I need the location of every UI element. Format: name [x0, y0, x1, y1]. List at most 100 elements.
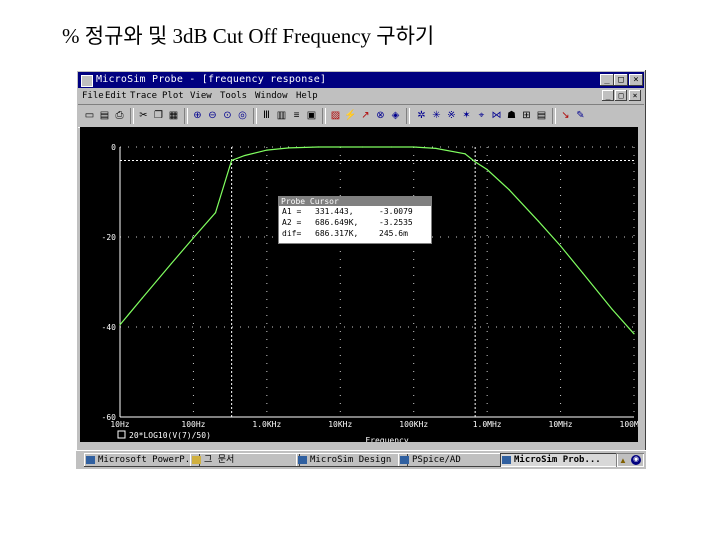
- zoom-out-icon[interactable]: ⊖: [205, 108, 220, 123]
- trace-point: [119, 324, 121, 326]
- cursor-y-value: -3.0079: [379, 207, 413, 216]
- toolbar-separator: [130, 108, 134, 124]
- trace-point: [582, 272, 584, 274]
- app-icon[interactable]: [81, 75, 93, 87]
- trace-point: [611, 308, 613, 310]
- paste-icon[interactable]: ▦: [166, 108, 181, 123]
- task-microsim-probe[interactable]: MicroSim Prob...: [500, 453, 618, 467]
- menu-file[interactable]: File: [82, 89, 104, 103]
- mark-label-icon[interactable]: ⊞: [519, 108, 534, 123]
- zoom-fit-icon[interactable]: ◎: [235, 108, 250, 123]
- maximize-button[interactable]: □: [614, 74, 628, 86]
- log-x-icon[interactable]: Ⅲ: [259, 108, 274, 123]
- peak-icon[interactable]: ⊗: [373, 108, 388, 123]
- powerpoint-icon: [86, 456, 95, 464]
- design-icon: [298, 456, 307, 464]
- application-window: MicroSim Probe - [frequency response] _ …: [76, 70, 646, 469]
- cursor-x-value: 686.649K,: [315, 218, 359, 227]
- trough-icon[interactable]: ◈: [388, 108, 403, 123]
- add-trace-icon[interactable]: ▣: [304, 108, 319, 123]
- search-icon[interactable]: ⌖: [474, 108, 489, 123]
- close-button[interactable]: ×: [629, 74, 643, 86]
- cursor-label: A1 =: [282, 207, 302, 216]
- menu-trace[interactable]: Trace: [130, 89, 157, 103]
- trace-point: [339, 146, 341, 148]
- trace-point: [170, 262, 172, 265]
- x-tick-label: 100MHz: [620, 420, 638, 429]
- trace-point: [508, 189, 510, 191]
- trace-point: [141, 297, 143, 299]
- cursor-peak-icon[interactable]: ✎: [573, 108, 588, 123]
- cursor-row-dif: dif= 686.317K, 245.6m: [279, 228, 431, 239]
- next-transition-icon[interactable]: ⋈: [489, 108, 504, 123]
- task-pspice[interactable]: PSpice/AD: [398, 453, 510, 467]
- toolbar-separator: [552, 108, 556, 124]
- minimize-button[interactable]: _: [600, 74, 614, 86]
- window-titlebar[interactable]: MicroSim Probe - [frequency response] _ …: [78, 72, 644, 88]
- new-icon[interactable]: ▭: [82, 108, 97, 123]
- menubar: File Edit Trace Plot View Tools Window H…: [78, 89, 644, 103]
- trace-point: [244, 154, 246, 157]
- print-icon[interactable]: ⎙: [112, 108, 127, 123]
- fourier-icon[interactable]: ▥: [274, 108, 289, 123]
- frequency-response-chart: 0-20-40-6010Hz 100Hz 1.0KHz 10KHz 100KHz 1.0M…: [102, 143, 638, 442]
- trace-point: [486, 168, 488, 171]
- trace-point: [633, 333, 635, 335]
- trace-point: [231, 159, 233, 162]
- trace-point: [317, 146, 319, 148]
- x-tick-label: 10MHz: [549, 420, 573, 429]
- network-icon[interactable]: ◉: [631, 455, 641, 465]
- menu-edit[interactable]: Edit: [105, 89, 127, 103]
- log-y-icon[interactable]: ≡: [289, 108, 304, 123]
- zoom-area-icon[interactable]: ⊙: [220, 108, 235, 123]
- menu-tools[interactable]: Tools: [220, 89, 247, 103]
- cursor-y-value: -3.2535: [379, 218, 413, 227]
- folder-icon: [192, 456, 201, 464]
- cursor-label: A2 =: [282, 218, 302, 227]
- trace-point: [192, 237, 195, 239]
- task-documents[interactable]: 그 문서: [190, 453, 300, 467]
- trace-point: [361, 146, 363, 148]
- eval-goal-icon[interactable]: ▨: [328, 108, 343, 123]
- cursor-row-a1: A1 = 331.443, -3.0079: [279, 206, 431, 217]
- task-microsim-design[interactable]: MicroSim Design: [296, 453, 408, 467]
- menu-plot[interactable]: Plot: [162, 89, 184, 103]
- mark-icon[interactable]: ⚡: [343, 108, 358, 123]
- open-icon[interactable]: ▤: [97, 108, 112, 123]
- copy-icon[interactable]: ❐: [151, 108, 166, 123]
- trace-point: [474, 161, 476, 163]
- mdi-minimize-button[interactable]: _: [602, 90, 614, 101]
- min-icon[interactable]: ✳: [429, 108, 444, 123]
- cut-icon[interactable]: ✂: [136, 108, 151, 123]
- x-tick-label: 1.0MHz: [473, 420, 502, 429]
- menu-help[interactable]: Help: [296, 89, 318, 103]
- window-title: MicroSim Probe - [frequency response]: [96, 74, 327, 85]
- trace-point: [559, 245, 562, 247]
- trace-point: [266, 149, 268, 151]
- point-icon[interactable]: ✶: [459, 108, 474, 123]
- mdi-restore-button[interactable]: □: [615, 90, 627, 101]
- max-icon[interactable]: ※: [444, 108, 459, 123]
- speaker-icon[interactable]: ▲: [619, 456, 627, 465]
- cursor-x-value: 331.443,: [315, 207, 354, 216]
- probe-cursor-title: Probe Cursor: [279, 197, 431, 206]
- cursor-toggle-icon[interactable]: ↘: [558, 108, 573, 123]
- x-tick-label: 10KHz: [328, 420, 352, 429]
- task-label: 그 문서: [204, 455, 235, 465]
- cursor-icon[interactable]: ↗: [358, 108, 373, 123]
- pspice-icon: [400, 456, 409, 464]
- label-icon[interactable]: ☗: [504, 108, 519, 123]
- mdi-close-button[interactable]: ×: [629, 90, 641, 101]
- task-powerpoint[interactable]: Microsoft PowerP...: [84, 453, 200, 467]
- zoom-in-icon[interactable]: ⊕: [190, 108, 205, 123]
- slope-icon[interactable]: ✲: [414, 108, 429, 123]
- cursor-x-value: 686.317K,: [315, 229, 359, 238]
- menu-window[interactable]: Window: [255, 89, 288, 103]
- vertical-scrollbar[interactable]: [638, 127, 644, 442]
- plot-area[interactable]: 0 -20 -40 -60 10Hz 100Hz 1.0KHz 10KHz 100KHz 1.0M…: [80, 127, 638, 442]
- probe-cursor-window[interactable]: Probe Cursor A1 = 331.443, -3.0079 A2 = …: [278, 196, 432, 244]
- legend-label: 20*LOG10(V(7)/50): [129, 431, 211, 440]
- text-label-icon[interactable]: ▤: [534, 108, 549, 123]
- menu-view[interactable]: View: [190, 89, 212, 103]
- y-tick-label: -40: [102, 323, 117, 332]
